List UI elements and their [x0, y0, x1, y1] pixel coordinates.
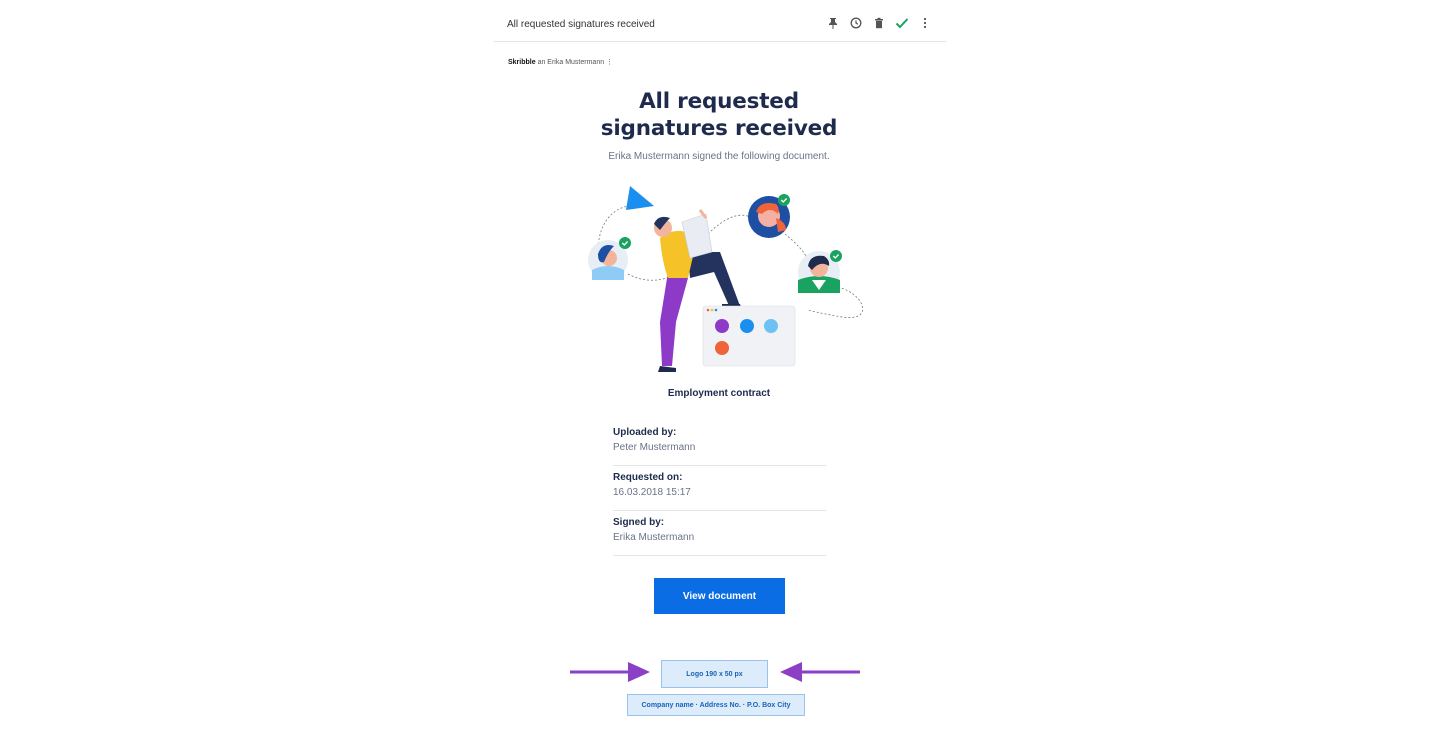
trash-icon[interactable] — [872, 16, 886, 30]
document-card — [702, 305, 796, 367]
document-name: Employment contract — [667, 388, 771, 399]
signing-illustration — [588, 186, 864, 372]
detail-uploaded-by: Uploaded by: Peter Mustermann — [613, 421, 826, 466]
avatar-right — [798, 250, 842, 293]
avatar-left — [588, 237, 631, 280]
company-info: Company name · Address No. · P.O. Box Ci… — [627, 694, 805, 716]
email-title: All requested signatures received — [570, 88, 868, 142]
document-details: Uploaded by: Peter Mustermann Requested … — [613, 421, 826, 556]
title-line-1: All requested — [639, 89, 799, 114]
arrow-right-icon — [570, 662, 650, 682]
detail-value: Peter Mustermann — [613, 442, 696, 453]
detail-label: Uploaded by: — [613, 427, 677, 438]
detail-value: 16.03.2018 15:17 — [613, 487, 691, 498]
logo-placeholder: Logo 190 x 50 px — [661, 660, 768, 688]
triangle-shape — [626, 186, 654, 210]
avatar-top — [748, 194, 790, 238]
more-vertical-icon[interactable] — [918, 16, 932, 30]
detail-value: Erika Mustermann — [613, 532, 695, 543]
recipient-text: an Erika Mustermann — [537, 59, 605, 66]
detail-requested-on: Requested on: 16.03.2018 15:17 — [613, 466, 826, 511]
pin-icon[interactable] — [826, 16, 840, 30]
clock-icon[interactable] — [849, 16, 863, 30]
detail-label: Requested on: — [613, 472, 683, 483]
intro-text: Erika Mustermann signed the following do… — [608, 151, 830, 162]
arrow-left-icon — [780, 662, 860, 682]
detail-signed-by: Signed by: Erika Mustermann — [613, 511, 826, 556]
email-header-bar: All requested signatures received — [494, 0, 946, 42]
sender-menu-icon[interactable]: ⋮ — [606, 59, 613, 66]
email-actions — [826, 16, 932, 30]
email-subject: All requested signatures received — [507, 19, 655, 30]
title-line-2: signatures received — [600, 116, 838, 141]
check-icon[interactable] — [895, 16, 909, 30]
view-document-button[interactable]: View document — [654, 578, 785, 614]
sender-line: Skribble an Erika Mustermann ⋮ — [508, 58, 613, 66]
sender-name: Skribble — [508, 59, 536, 66]
detail-label: Signed by: — [613, 517, 665, 528]
